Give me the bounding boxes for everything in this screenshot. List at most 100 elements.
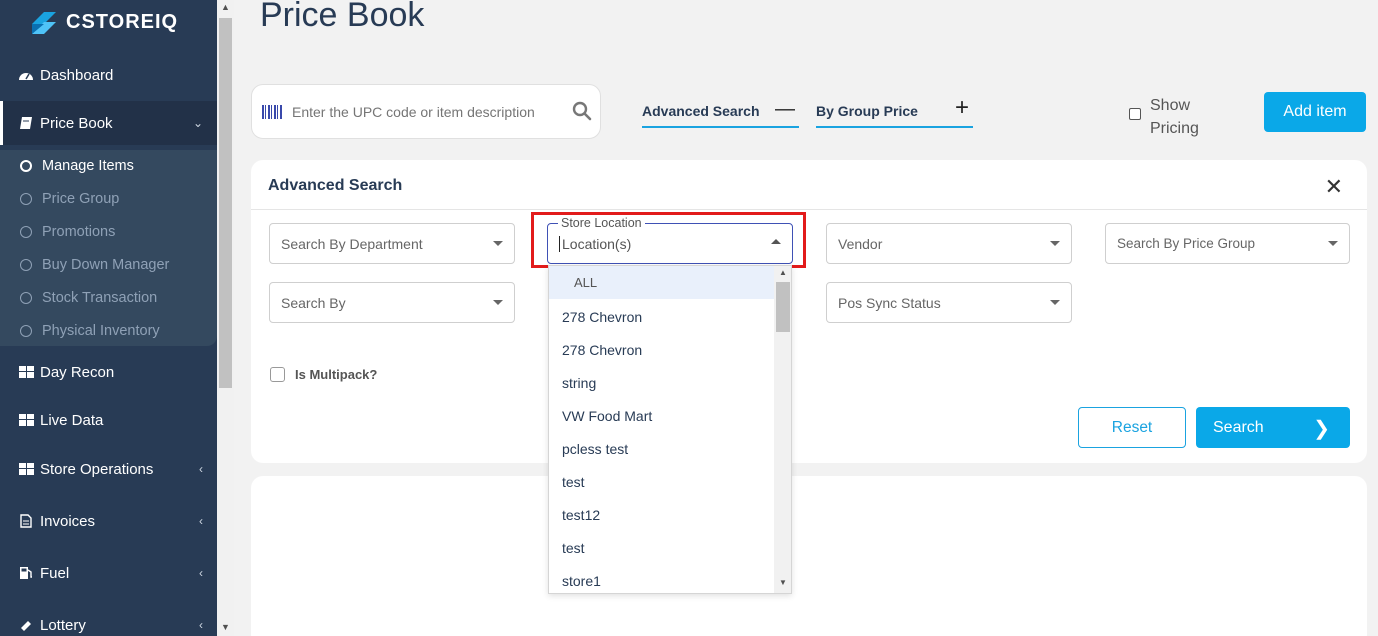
sidebar-item-label: Store Operations xyxy=(40,460,154,478)
circle-icon xyxy=(20,160,32,172)
chevron-down-icon: ⌄ xyxy=(192,116,203,130)
ticket-icon xyxy=(18,618,34,632)
advanced-search-label: Advanced Search xyxy=(642,103,760,119)
dropdown-option[interactable]: store1 xyxy=(549,564,774,593)
advanced-search-toggle[interactable]: Advanced Search — xyxy=(642,96,799,128)
chevron-left-icon: ‹ xyxy=(199,566,203,580)
sidebar-item-label: Lottery xyxy=(40,616,86,634)
multipack-label: Is Multipack? xyxy=(295,367,378,382)
sidebar-item-fuel[interactable]: Fuel ‹ xyxy=(0,551,217,595)
grid-icon xyxy=(18,413,34,427)
show-pricing-toggle[interactable]: Show Pricing xyxy=(1129,94,1210,140)
dropdown-option[interactable]: test xyxy=(549,465,774,498)
dropdown-option[interactable]: pcless test xyxy=(549,432,774,465)
search-by-select[interactable]: Search By xyxy=(269,282,515,323)
dropdown-option[interactable]: string xyxy=(549,366,774,399)
scroll-up-icon[interactable]: ▲ xyxy=(221,2,230,12)
submenu-label: Price Group xyxy=(42,191,120,207)
caret-down-icon xyxy=(1050,300,1060,305)
sidebar-item-day-recon[interactable]: Day Recon xyxy=(0,350,217,394)
upc-search-input[interactable] xyxy=(292,103,562,120)
dropdown-scrollbar[interactable]: ▲ ▼ xyxy=(774,266,791,593)
multipack-checkbox[interactable] xyxy=(270,367,285,382)
fuel-icon xyxy=(18,566,34,580)
sidebar: CSTOREIQ Dashboard Price Book ⌄ Manage I… xyxy=(0,0,217,636)
dropdown-option[interactable]: ALL xyxy=(549,266,774,299)
submenu-label: Manage Items xyxy=(42,158,134,174)
submenu-item-stock-transaction[interactable]: Stock Transaction xyxy=(20,284,157,312)
show-pricing-checkbox[interactable] xyxy=(1129,108,1141,120)
scroll-down-icon[interactable]: ▼ xyxy=(221,622,230,632)
location-dropdown[interactable]: ALL 278 Chevron 278 Chevron string VW Fo… xyxy=(548,265,792,594)
plus-icon: + xyxy=(954,94,969,121)
minus-icon: — xyxy=(775,98,795,120)
pos-sync-status-select[interactable]: Pos Sync Status xyxy=(826,282,1072,323)
sidebar-item-label: Live Data xyxy=(40,411,104,429)
page-title: Price Book xyxy=(260,0,425,34)
scrollbar-thumb[interactable] xyxy=(219,18,232,388)
panel-title: Advanced Search xyxy=(268,177,403,194)
barcode-icon xyxy=(262,104,282,119)
search-icon[interactable] xyxy=(572,101,592,121)
dropdown-option[interactable]: 278 Chevron xyxy=(549,300,774,333)
reset-button[interactable]: Reset xyxy=(1078,407,1186,448)
department-select[interactable]: Search By Department xyxy=(269,223,515,264)
logo-icon xyxy=(32,12,56,34)
submenu-label: Stock Transaction xyxy=(42,290,158,306)
logo[interactable]: CSTOREIQ xyxy=(30,4,178,40)
dropdown-option[interactable]: test xyxy=(549,531,774,564)
circle-icon xyxy=(20,259,32,271)
sidebar-item-price-book[interactable]: Price Book ⌄ xyxy=(0,101,217,145)
caret-down-icon xyxy=(493,241,503,246)
circle-icon xyxy=(20,226,32,238)
search-button[interactable]: Search ❯ xyxy=(1196,407,1350,448)
vendor-select-value: Vendor xyxy=(838,235,883,252)
price-group-select[interactable]: Search By Price Group xyxy=(1105,223,1350,264)
sidebar-item-invoices[interactable]: Invoices ‹ xyxy=(0,499,217,543)
search-by-select-value: Search By xyxy=(281,294,346,311)
submenu-item-buy-down-manager[interactable]: Buy Down Manager xyxy=(20,251,169,279)
highlight-box xyxy=(531,212,806,268)
submenu-label: Buy Down Manager xyxy=(42,257,170,273)
vendor-select[interactable]: Vendor xyxy=(826,223,1072,264)
submenu-item-promotions[interactable]: Promotions xyxy=(20,218,115,246)
price-group-select-value: Search By Price Group xyxy=(1117,236,1256,251)
circle-icon xyxy=(20,325,32,337)
show-pricing-label: Show Pricing xyxy=(1150,97,1199,137)
page-scrollbar[interactable]: ▲ ▼ xyxy=(217,0,234,636)
results-panel xyxy=(251,476,1367,636)
dropdown-option[interactable]: test12 xyxy=(549,498,774,531)
add-item-button[interactable]: Add item xyxy=(1264,92,1366,132)
chevron-left-icon: ‹ xyxy=(199,514,203,528)
dashboard-icon xyxy=(18,68,34,82)
dropdown-option[interactable]: 278 Chevron xyxy=(549,333,774,366)
app-name: CSTOREIQ xyxy=(66,10,179,33)
scroll-up-icon[interactable]: ▲ xyxy=(779,268,787,277)
submenu-item-physical-inventory[interactable]: Physical Inventory xyxy=(20,317,160,345)
caret-down-icon xyxy=(1050,241,1060,246)
multipack-toggle[interactable]: Is Multipack? xyxy=(270,367,377,382)
sidebar-item-store-operations[interactable]: Store Operations ‹ xyxy=(0,447,217,491)
circle-icon xyxy=(20,292,32,304)
caret-down-icon xyxy=(1328,241,1338,246)
grid-icon xyxy=(18,462,34,476)
sidebar-item-dashboard[interactable]: Dashboard xyxy=(0,53,217,97)
divider xyxy=(251,209,1367,210)
pos-sync-status-value: Pos Sync Status xyxy=(838,294,941,311)
search-button-label: Search xyxy=(1213,418,1264,436)
price-book-submenu: Manage Items Price Group Promotions Buy … xyxy=(0,150,217,346)
upc-search-box[interactable] xyxy=(251,84,601,139)
submenu-label: Promotions xyxy=(42,224,116,240)
submenu-item-price-group[interactable]: Price Group xyxy=(20,185,119,213)
sidebar-item-lottery[interactable]: Lottery ‹ xyxy=(0,603,217,636)
file-icon xyxy=(18,514,34,528)
close-icon[interactable]: ✕ xyxy=(1325,174,1343,200)
by-group-price-toggle[interactable]: By Group Price + xyxy=(816,94,973,128)
book-icon xyxy=(18,116,34,130)
scroll-down-icon[interactable]: ▼ xyxy=(779,578,787,587)
submenu-item-manage-items[interactable]: Manage Items xyxy=(20,152,134,180)
chevron-right-icon: ❯ xyxy=(1313,418,1330,440)
dropdown-scroll-thumb[interactable] xyxy=(776,282,790,332)
sidebar-item-live-data[interactable]: Live Data xyxy=(0,398,217,442)
dropdown-option[interactable]: VW Food Mart xyxy=(549,399,774,432)
